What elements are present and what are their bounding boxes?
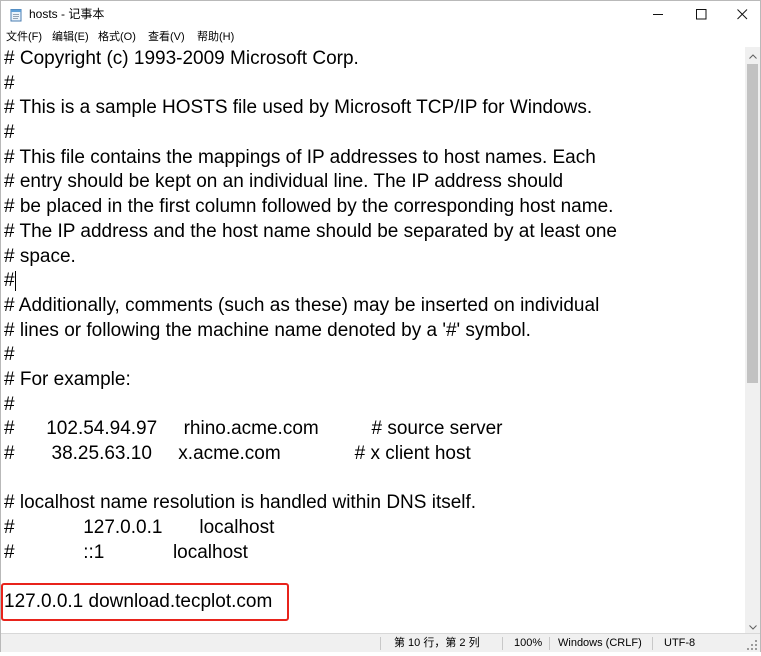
close-button[interactable] bbox=[725, 1, 759, 28]
title-bar[interactable]: hosts - 记事本 bbox=[1, 1, 760, 28]
notepad-window: hosts - 记事本 文件(F) 编辑(E) 格式(O) 查看(V) 帮助(H… bbox=[0, 0, 761, 652]
editor-line: # ::1 localhost bbox=[4, 541, 248, 563]
editor-line: # This is a sample HOSTS file used by Mi… bbox=[4, 97, 593, 119]
encoding: UTF-8 bbox=[664, 637, 696, 649]
scroll-down-button[interactable] bbox=[745, 618, 760, 633]
editor-line: # bbox=[4, 270, 15, 292]
vertical-scrollbar[interactable] bbox=[745, 47, 760, 633]
text-editor[interactable]: # Copyright (c) 1993-2009 Microsoft Corp… bbox=[1, 47, 745, 633]
editor-line: # bbox=[4, 72, 15, 94]
menu-help[interactable]: 帮助(H) bbox=[197, 30, 234, 44]
resize-grip-icon[interactable] bbox=[746, 638, 758, 650]
editor-line: # bbox=[4, 344, 15, 366]
minimize-icon bbox=[652, 9, 664, 20]
chevron-down-icon bbox=[748, 617, 757, 635]
minimize-button[interactable] bbox=[641, 1, 675, 28]
editor-line: # The IP address and the host name shoul… bbox=[4, 220, 618, 242]
editor-line: # Additionally, comments (such as these)… bbox=[4, 294, 600, 316]
cursor-position: 第 10 行，第 2 列 bbox=[394, 637, 480, 649]
maximize-icon bbox=[695, 9, 707, 20]
editor-content[interactable]: # Copyright (c) 1993-2009 Microsoft Corp… bbox=[4, 47, 617, 615]
editor-line: # space. bbox=[4, 245, 76, 267]
menu-bar: 文件(F) 编辑(E) 格式(O) 查看(V) 帮助(H) bbox=[1, 28, 760, 47]
zoom-level: 100% bbox=[514, 637, 543, 649]
status-bar: 第 10 行，第 2 列 100% Windows (CRLF) UTF-8 bbox=[1, 633, 760, 652]
status-separator bbox=[502, 637, 503, 650]
editor-line: # bbox=[4, 122, 15, 144]
editor-line: # Copyright (c) 1993-2009 Microsoft Corp… bbox=[4, 48, 359, 69]
editor-line: # For example: bbox=[4, 368, 131, 390]
editor-line: # localhost name resolution is handled w… bbox=[4, 492, 477, 514]
editor-line: # lines or following the machine name de… bbox=[4, 319, 531, 341]
editor-line: # be placed in the first column followed… bbox=[4, 196, 614, 218]
chevron-up-icon bbox=[748, 46, 757, 64]
scrollbar-thumb[interactable] bbox=[747, 64, 758, 383]
highlight-annotation-box bbox=[1, 583, 289, 621]
editor-line: # 38.25.63.10 x.acme.com # x client host bbox=[4, 443, 471, 464]
editor-line: # 102.54.94.97 rhino.acme.com # source s… bbox=[4, 418, 503, 440]
scroll-up-button[interactable] bbox=[745, 47, 760, 62]
status-separator bbox=[549, 637, 550, 650]
menu-edit[interactable]: 编辑(E) bbox=[52, 30, 89, 44]
line-ending: Windows (CRLF) bbox=[558, 637, 642, 649]
editor-line: # entry should be kept on an individual … bbox=[4, 171, 564, 193]
notepad-icon bbox=[9, 8, 23, 22]
window-title: hosts - 记事本 bbox=[29, 7, 105, 21]
menu-file[interactable]: 文件(F) bbox=[6, 30, 42, 44]
text-caret bbox=[15, 271, 16, 291]
editor-line: # bbox=[4, 393, 15, 415]
status-separator bbox=[652, 637, 653, 650]
maximize-button[interactable] bbox=[684, 1, 718, 28]
close-icon bbox=[736, 9, 748, 20]
menu-format[interactable]: 格式(O) bbox=[98, 30, 136, 44]
editor-line: # 127.0.0.1 localhost bbox=[4, 517, 275, 539]
menu-view[interactable]: 查看(V) bbox=[148, 30, 185, 44]
editor-line: # This file contains the mappings of IP … bbox=[4, 146, 596, 168]
status-separator bbox=[380, 637, 381, 650]
